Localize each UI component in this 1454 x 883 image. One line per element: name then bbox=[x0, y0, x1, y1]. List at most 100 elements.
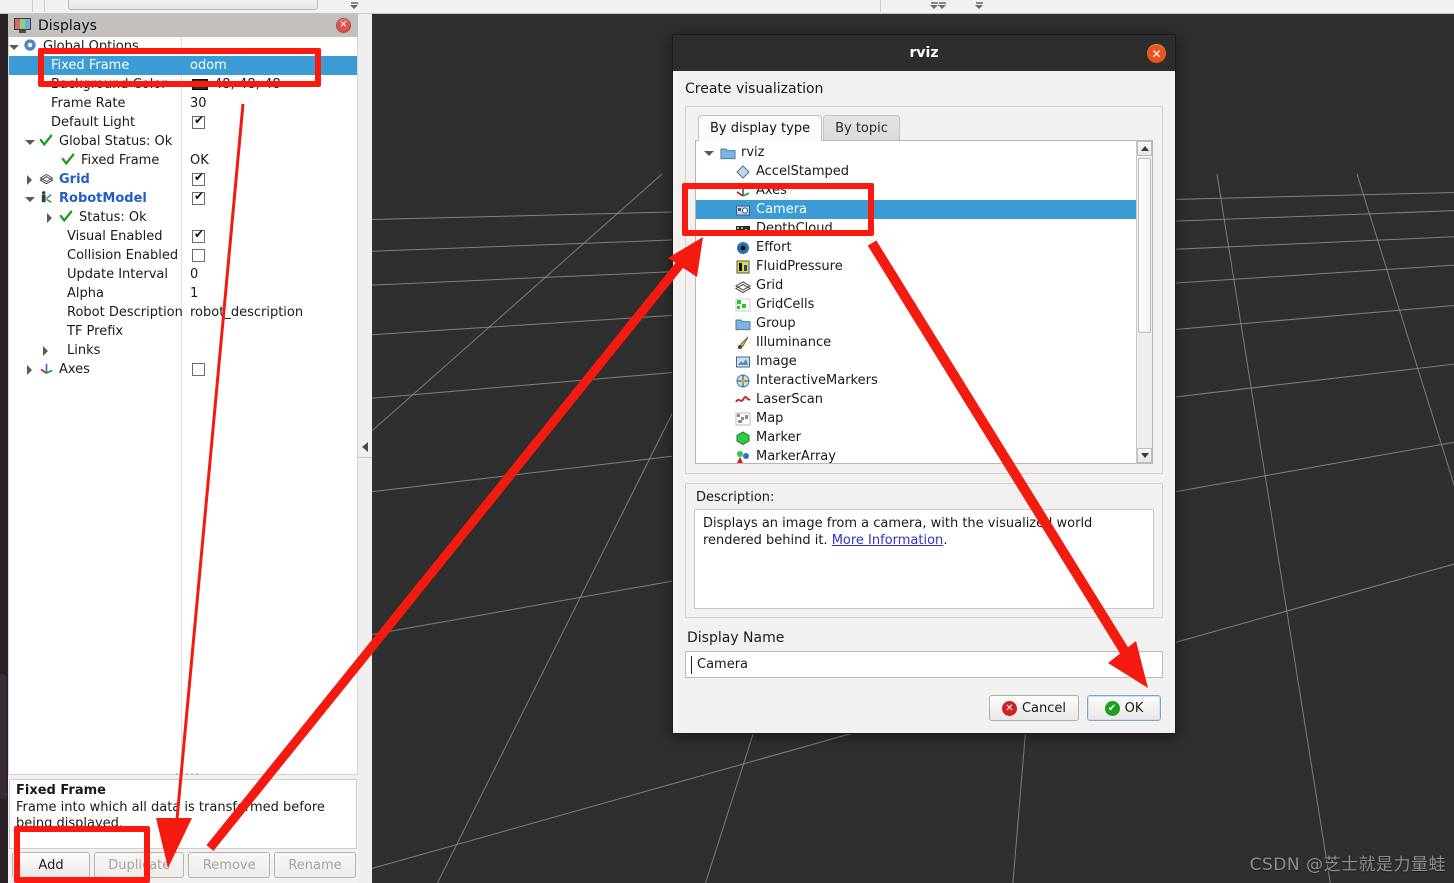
color-swatch[interactable] bbox=[192, 79, 208, 90]
property-row[interactable]: Fixed Frame odom bbox=[9, 56, 357, 75]
tree-item-camera[interactable]: Camera bbox=[696, 200, 1152, 219]
property-name: Global Status: Ok bbox=[59, 134, 173, 149]
desktop-left-margin bbox=[0, 14, 8, 883]
property-checkbox[interactable] bbox=[192, 171, 205, 186]
description-label: Description: bbox=[696, 490, 775, 505]
tree-item-depthcloud[interactable]: DepthCloud bbox=[696, 219, 1152, 238]
expander-closed-icon[interactable] bbox=[25, 364, 35, 375]
display-type-tree[interactable]: rviz AccelStamped Axes Camera DepthCloud Effo… bbox=[695, 140, 1153, 464]
property-row[interactable]: Axes bbox=[9, 360, 357, 379]
tree-item-label: LaserScan bbox=[756, 392, 823, 407]
cancel-icon: ✕ bbox=[1001, 700, 1017, 716]
main-toolbar-strip[interactable] bbox=[0, 0, 1454, 14]
property-name: Grid bbox=[59, 172, 90, 187]
property-row[interactable]: Visual Enabled bbox=[9, 227, 357, 246]
tree-item-laserscan[interactable]: LaserScan bbox=[696, 390, 1152, 409]
property-checkbox[interactable] bbox=[192, 190, 205, 205]
expander-open-icon[interactable] bbox=[25, 137, 35, 147]
displays-panel-titlebar: Displays ✕ bbox=[8, 14, 358, 37]
property-row[interactable]: Frame Rate 30 bbox=[9, 94, 357, 113]
property-checkbox[interactable] bbox=[192, 228, 205, 243]
tree-item-markerarray[interactable]: MarkerArray bbox=[696, 447, 1152, 464]
property-row[interactable]: Update Interval 0 bbox=[9, 265, 357, 284]
property-name: Fixed Frame bbox=[51, 58, 130, 73]
tree-item-accelstamped[interactable]: AccelStamped bbox=[696, 162, 1152, 181]
ok-button[interactable]: ✔ OK bbox=[1087, 695, 1161, 721]
tree-item-map[interactable]: Map bbox=[696, 409, 1152, 428]
tree-item-group[interactable]: Group bbox=[696, 314, 1152, 333]
property-row[interactable]: Global Status: Ok bbox=[9, 132, 357, 151]
tree-item-axes[interactable]: Axes bbox=[696, 181, 1152, 200]
displays-icon bbox=[14, 18, 31, 33]
tree-item-label: Image bbox=[756, 354, 797, 369]
property-row[interactable]: TF Prefix bbox=[9, 322, 357, 341]
tree-item-effort[interactable]: Effort bbox=[696, 238, 1152, 257]
expander-closed-icon[interactable] bbox=[45, 212, 55, 223]
property-name: Alpha bbox=[67, 286, 104, 301]
property-tree[interactable]: Global Options Fixed Frame odom Background … bbox=[8, 37, 358, 775]
property-row[interactable]: Background Color 48; 48; 48 bbox=[9, 75, 357, 94]
property-name: TF Prefix bbox=[67, 324, 124, 339]
property-row[interactable]: Global Options bbox=[9, 37, 357, 56]
panel-splitter[interactable] bbox=[358, 14, 372, 883]
property-checkbox[interactable] bbox=[192, 114, 205, 129]
desktop-left-highlight bbox=[0, 674, 7, 799]
expander-closed-icon[interactable] bbox=[25, 174, 35, 185]
scroll-up-icon[interactable] bbox=[1137, 141, 1152, 156]
axes-icon bbox=[39, 361, 55, 377]
property-row[interactable]: Status: Ok bbox=[9, 208, 357, 227]
property-row[interactable]: Robot Description robot_description bbox=[9, 303, 357, 322]
more-information-link[interactable]: More Information bbox=[832, 533, 944, 548]
property-checkbox[interactable] bbox=[192, 249, 205, 262]
tree-item-label: MarkerArray bbox=[756, 449, 836, 464]
add-button[interactable]: Add bbox=[12, 852, 90, 878]
cancel-button[interactable]: ✕ Cancel bbox=[988, 695, 1079, 721]
tree-scrollbar[interactable] bbox=[1136, 141, 1152, 463]
splitter-divider bbox=[358, 457, 372, 458]
description-groupbox: Description: Displays an image from a ca… bbox=[685, 483, 1163, 618]
tree-item-grid[interactable]: Grid bbox=[696, 276, 1152, 295]
property-row[interactable]: Fixed Frame OK bbox=[9, 151, 357, 170]
expander-open-icon[interactable] bbox=[25, 194, 35, 204]
ok-label: OK bbox=[1124, 700, 1144, 716]
tree-item-label: AccelStamped bbox=[756, 164, 850, 179]
chevron-down-icon[interactable] bbox=[975, 2, 984, 10]
markerarray-icon bbox=[735, 449, 751, 464]
property-checkbox[interactable] bbox=[192, 363, 205, 376]
chevron-down-icon[interactable] bbox=[350, 2, 359, 10]
property-row[interactable]: RobotModel bbox=[9, 189, 357, 208]
display-name-input[interactable]: Camera bbox=[685, 651, 1163, 678]
scroll-down-icon[interactable] bbox=[1137, 448, 1152, 463]
property-row[interactable]: Alpha 1 bbox=[9, 284, 357, 303]
property-value: odom bbox=[190, 58, 227, 73]
tree-item-illuminance[interactable]: Illuminance bbox=[696, 333, 1152, 352]
property-row[interactable]: Collision Enabled bbox=[9, 246, 357, 265]
tab-by-topic[interactable]: By topic bbox=[823, 115, 900, 141]
tree-item-marker[interactable]: Marker bbox=[696, 428, 1152, 447]
property-row[interactable]: Links bbox=[9, 341, 357, 360]
chevron-down-icon[interactable] bbox=[930, 2, 939, 10]
image-icon bbox=[735, 354, 751, 370]
panel-resize-gripper[interactable] bbox=[176, 771, 198, 776]
gear-icon bbox=[23, 38, 39, 54]
close-icon[interactable]: ✕ bbox=[1147, 44, 1166, 63]
axes-icon bbox=[735, 183, 751, 199]
toolbar-button-group[interactable] bbox=[68, 0, 318, 10]
property-row[interactable]: Default Light bbox=[9, 113, 357, 132]
expander-open-icon[interactable] bbox=[704, 148, 714, 158]
property-name: Status: Ok bbox=[79, 210, 147, 225]
property-row[interactable]: Grid bbox=[9, 170, 357, 189]
tree-item-fluidpressure[interactable]: FluidPressure bbox=[696, 257, 1152, 276]
tree-item-image[interactable]: Image bbox=[696, 352, 1152, 371]
tree-root-rviz[interactable]: rviz bbox=[696, 143, 1152, 162]
tab-by-display-type[interactable]: By display type bbox=[698, 115, 823, 141]
check-green-icon bbox=[61, 152, 77, 168]
chevron-down-icon[interactable] bbox=[938, 2, 947, 10]
collapse-left-arrow-icon[interactable] bbox=[362, 442, 368, 452]
close-icon[interactable]: ✕ bbox=[336, 18, 351, 33]
tree-item-interactivemarkers[interactable]: InteractiveMarkers bbox=[696, 371, 1152, 390]
scrollbar-thumb[interactable] bbox=[1138, 158, 1151, 333]
expander-closed-icon[interactable] bbox=[41, 345, 51, 356]
expander-open-icon[interactable] bbox=[9, 42, 19, 52]
tree-item-gridcells[interactable]: GridCells bbox=[696, 295, 1152, 314]
